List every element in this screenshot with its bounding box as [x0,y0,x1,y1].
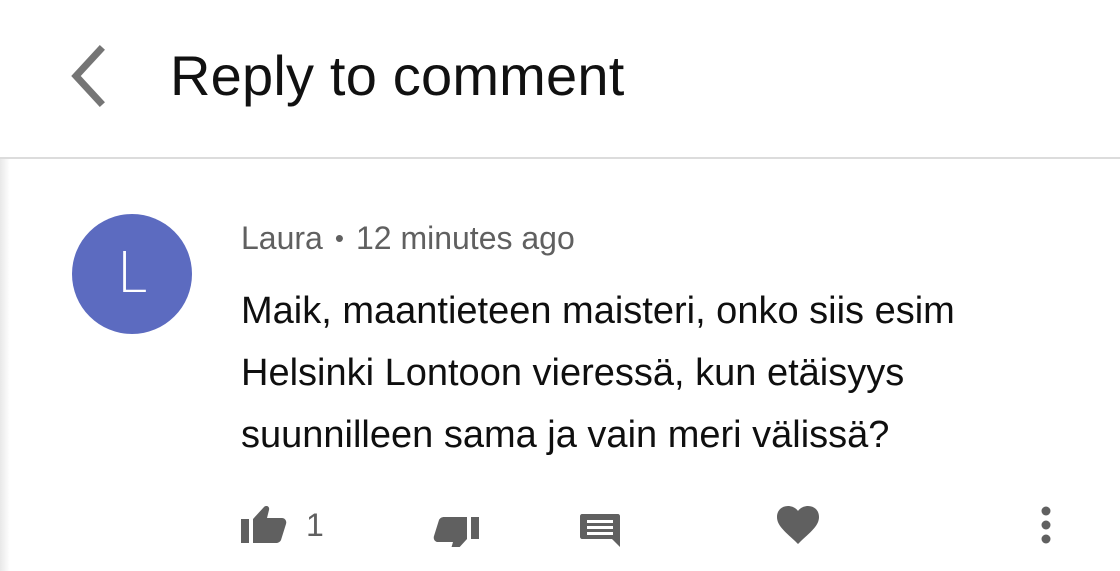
comment-meta: Laura • 12 minutes ago [241,216,575,260]
thumbs-down-icon [432,503,480,547]
comment-timestamp: 12 minutes ago [355,220,575,256]
more-vertical-icon [1040,505,1052,545]
comment-author[interactable]: Laura [241,216,323,260]
like-button[interactable]: 1 [240,495,324,555]
meta-separator: • [334,223,344,253]
avatar-letter: L [116,241,148,306]
like-count: 1 [306,506,324,543]
reply-button[interactable] [578,495,622,555]
comment-text: Maik, maantieteen maisteri, onko siis es… [241,290,955,456]
more-options-button[interactable] [1028,495,1064,555]
thumbs-up-icon [240,505,288,545]
comment-actions: 1 [0,495,1120,555]
chevron-left-icon [68,44,108,108]
dislike-button[interactable] [432,495,480,555]
back-button[interactable] [56,38,120,114]
avatar[interactable]: L [72,214,192,334]
comment-icon [578,502,622,548]
page-title: Reply to comment [170,44,625,107]
heart-icon [776,504,820,546]
app-header: Reply to comment [0,0,1120,159]
heart-button[interactable] [776,495,820,555]
